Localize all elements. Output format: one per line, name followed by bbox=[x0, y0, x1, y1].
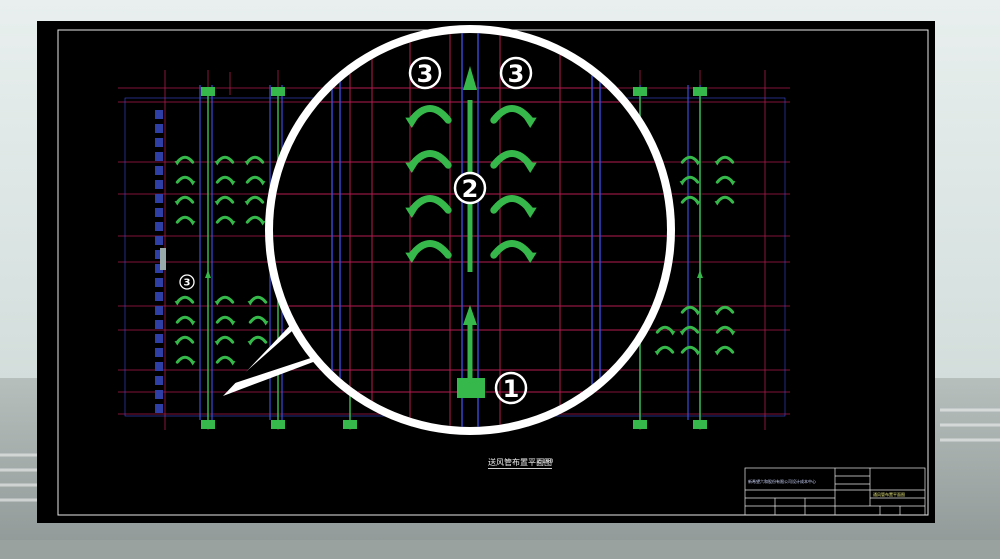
fan-unit bbox=[201, 420, 215, 429]
title-block-company: 新希望六和股份有限公司设计成本中心 bbox=[748, 479, 816, 484]
room-block bbox=[155, 306, 163, 315]
room-block bbox=[155, 348, 163, 357]
room-block bbox=[155, 236, 163, 245]
room-block bbox=[155, 222, 163, 231]
room-block bbox=[155, 362, 163, 371]
room-block bbox=[155, 180, 163, 189]
svg-text:2: 2 bbox=[462, 175, 479, 203]
fan-unit bbox=[271, 420, 285, 429]
scene: 3 1 2 3 3 bbox=[0, 0, 1000, 559]
room-block bbox=[155, 166, 163, 175]
svg-text:3: 3 bbox=[417, 60, 434, 88]
fan-unit bbox=[633, 87, 647, 96]
room-block bbox=[155, 376, 163, 385]
lens-fan-unit bbox=[457, 378, 485, 398]
room-block bbox=[155, 404, 163, 413]
drawing-scale: 1:100 bbox=[536, 458, 554, 465]
svg-text:3: 3 bbox=[508, 60, 525, 88]
fan-unit bbox=[693, 87, 707, 96]
fan-unit bbox=[693, 420, 707, 429]
callout-2: 2 bbox=[453, 171, 487, 205]
fan-unit bbox=[343, 420, 357, 429]
fan-unit bbox=[271, 87, 285, 96]
room-block bbox=[155, 278, 163, 287]
room-block bbox=[155, 320, 163, 329]
room-block bbox=[155, 334, 163, 343]
svg-text:1: 1 bbox=[503, 375, 520, 403]
floor-edge bbox=[0, 540, 1000, 559]
room-block bbox=[155, 208, 163, 217]
room-block bbox=[155, 390, 163, 399]
room-door bbox=[160, 248, 166, 270]
fan-unit bbox=[201, 87, 215, 96]
title-block-project: 通风管布置平面图 bbox=[873, 492, 905, 497]
room-block bbox=[155, 110, 163, 119]
room-block bbox=[155, 152, 163, 161]
magnifier-lens bbox=[265, 25, 675, 435]
room-block bbox=[155, 194, 163, 203]
room-block bbox=[155, 138, 163, 147]
fan-unit bbox=[633, 420, 647, 429]
room-block bbox=[155, 124, 163, 133]
room-block bbox=[155, 292, 163, 301]
svg-text:3: 3 bbox=[184, 278, 191, 289]
